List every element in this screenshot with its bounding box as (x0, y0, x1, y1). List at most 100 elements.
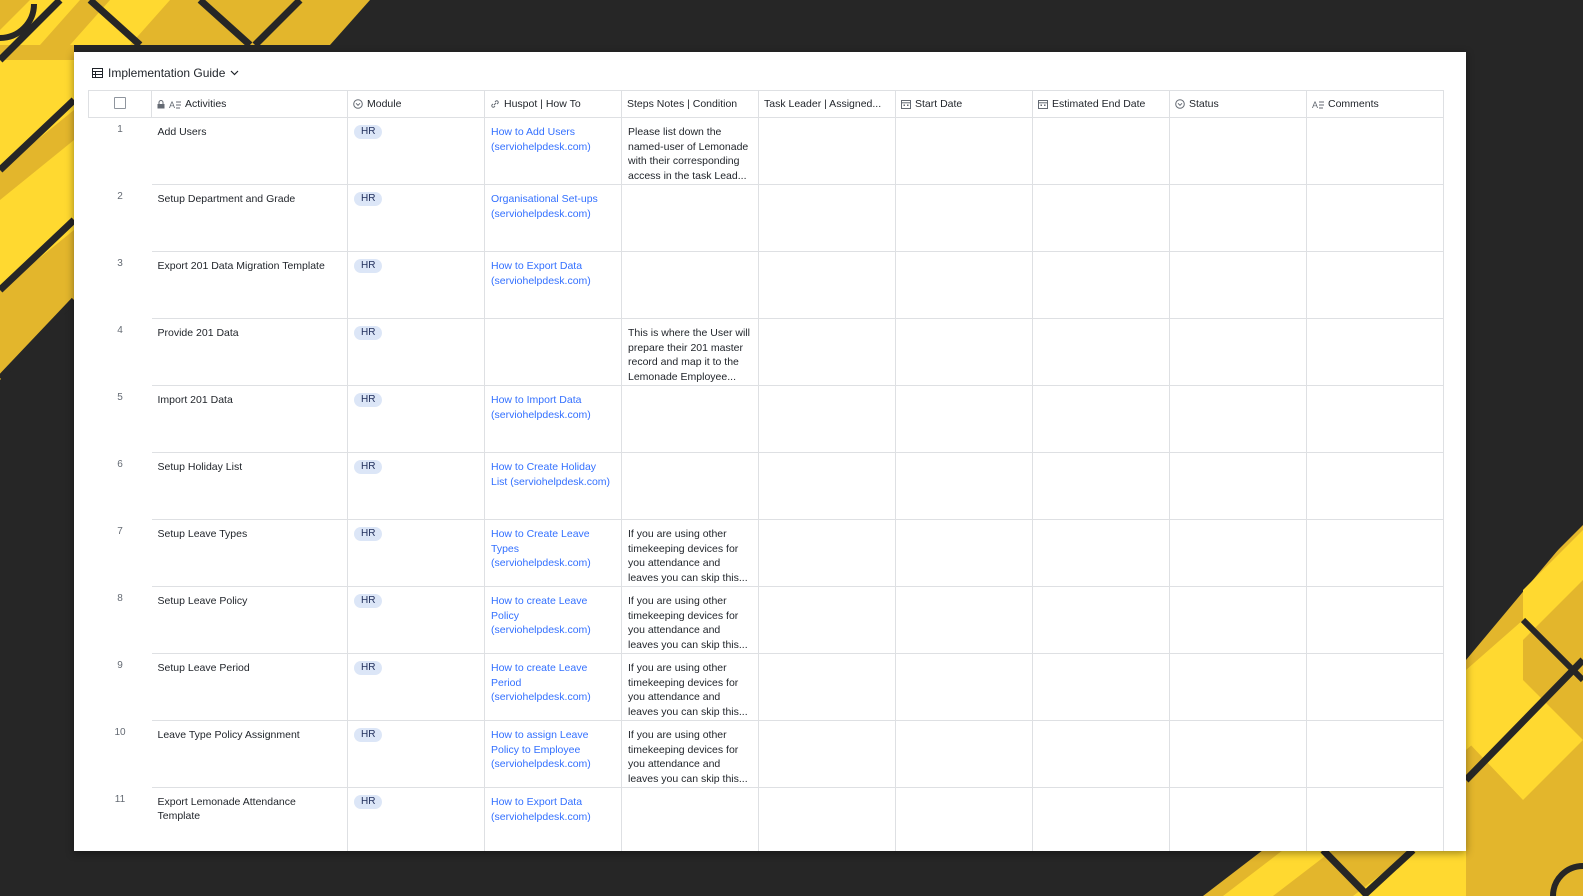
cell-start-date[interactable] (895, 251, 1033, 319)
cell-module[interactable]: HR (347, 653, 485, 721)
cell-activity[interactable]: Setup Holiday List (151, 452, 348, 520)
cell-comments[interactable] (1306, 184, 1444, 252)
cell-start-date[interactable] (895, 452, 1033, 520)
cell-comments[interactable] (1306, 586, 1444, 654)
cell-comments[interactable] (1306, 318, 1444, 386)
how-to-link[interactable]: How to Create Leave Types (serviohelpdes… (491, 528, 591, 569)
cell-estimated-end-date[interactable] (1032, 787, 1170, 851)
cell-status[interactable] (1169, 452, 1307, 520)
how-to-link[interactable]: How to assign Leave Policy to Employee (… (491, 729, 591, 770)
cell-comments[interactable] (1306, 720, 1444, 788)
cell-how-to-link[interactable]: How to Add Users (serviohelpdesk.com) (484, 117, 622, 185)
how-to-link[interactable]: How to Create Holiday List (serviohelpde… (491, 461, 610, 488)
cell-estimated-end-date[interactable] (1032, 117, 1170, 185)
column-header-activities[interactable]: A Activities (151, 90, 348, 118)
cell-module[interactable]: HR (347, 318, 485, 386)
column-header-estimated-end-date[interactable]: Estimated End Date (1032, 90, 1170, 118)
table-row[interactable]: 2 Setup Department and Grade HR Organisa… (89, 184, 1444, 252)
cell-module[interactable]: HR (347, 452, 485, 520)
cell-how-to-link[interactable] (484, 318, 622, 386)
cell-how-to-link[interactable]: How to Export Data (serviohelpdesk.com) (484, 787, 622, 851)
cell-estimated-end-date[interactable] (1032, 251, 1170, 319)
cell-module[interactable]: HR (347, 720, 485, 788)
cell-comments[interactable] (1306, 251, 1444, 319)
how-to-link[interactable]: How to create Leave Policy (serviohelpde… (491, 595, 591, 636)
cell-how-to-link[interactable]: How to create Leave Period (serviohelpde… (484, 653, 622, 721)
cell-task-leader[interactable] (758, 117, 896, 185)
cell-status[interactable] (1169, 318, 1307, 386)
column-header-start-date[interactable]: Start Date (895, 90, 1033, 118)
cell-steps-notes[interactable]: If you are using other timekeeping devic… (621, 519, 759, 587)
cell-comments[interactable] (1306, 519, 1444, 587)
cell-estimated-end-date[interactable] (1032, 720, 1170, 788)
cell-activity[interactable]: Add Users (151, 117, 348, 185)
cell-module[interactable]: HR (347, 117, 485, 185)
cell-how-to-link[interactable]: How to Export Data (serviohelpdesk.com) (484, 251, 622, 319)
cell-activity[interactable]: Setup Department and Grade (151, 184, 348, 252)
cell-estimated-end-date[interactable] (1032, 519, 1170, 587)
cell-status[interactable] (1169, 251, 1307, 319)
cell-activity[interactable]: Export 201 Data Migration Template (151, 251, 348, 319)
cell-module[interactable]: HR (347, 519, 485, 587)
cell-task-leader[interactable] (758, 720, 896, 788)
column-header-task-leader[interactable]: Task Leader | Assigned... (758, 90, 896, 118)
cell-steps-notes[interactable] (621, 452, 759, 520)
cell-how-to-link[interactable]: How to create Leave Policy (serviohelpde… (484, 586, 622, 654)
cell-estimated-end-date[interactable] (1032, 184, 1170, 252)
how-to-link[interactable]: How to Export Data (serviohelpdesk.com) (491, 796, 591, 823)
cell-activity[interactable]: Setup Leave Period (151, 653, 348, 721)
table-row[interactable]: 6 Setup Holiday List HR How to Create Ho… (89, 452, 1444, 520)
cell-start-date[interactable] (895, 117, 1033, 185)
cell-how-to-link[interactable]: How to Create Leave Types (serviohelpdes… (484, 519, 622, 587)
cell-how-to-link[interactable]: How to Import Data (serviohelpdesk.com) (484, 385, 622, 453)
cell-status[interactable] (1169, 586, 1307, 654)
column-header-status[interactable]: Status (1169, 90, 1307, 118)
cell-start-date[interactable] (895, 184, 1033, 252)
cell-estimated-end-date[interactable] (1032, 318, 1170, 386)
cell-start-date[interactable] (895, 720, 1033, 788)
select-all-checkbox[interactable] (114, 96, 126, 109)
cell-module[interactable]: HR (347, 251, 485, 319)
cell-task-leader[interactable] (758, 452, 896, 520)
cell-task-leader[interactable] (758, 787, 896, 851)
cell-activity[interactable]: Import 201 Data (151, 385, 348, 453)
cell-task-leader[interactable] (758, 385, 896, 453)
column-header-steps-notes[interactable]: Steps Notes | Condition (621, 90, 759, 118)
cell-status[interactable] (1169, 720, 1307, 788)
cell-steps-notes[interactable] (621, 184, 759, 252)
how-to-link[interactable]: How to create Leave Period (serviohelpde… (491, 662, 591, 703)
cell-start-date[interactable] (895, 385, 1033, 453)
view-selector[interactable]: Implementation Guide (92, 65, 239, 81)
cell-activity[interactable]: Setup Leave Types (151, 519, 348, 587)
cell-task-leader[interactable] (758, 251, 896, 319)
cell-steps-notes[interactable]: If you are using other timekeeping devic… (621, 720, 759, 788)
column-header-module[interactable]: Module (347, 90, 485, 118)
cell-status[interactable] (1169, 519, 1307, 587)
cell-start-date[interactable] (895, 318, 1033, 386)
table-row[interactable]: 9 Setup Leave Period HR How to create Le… (89, 653, 1444, 721)
cell-how-to-link[interactable]: How to Create Holiday List (serviohelpde… (484, 452, 622, 520)
cell-activity[interactable]: Provide 201 Data (151, 318, 348, 386)
cell-status[interactable] (1169, 184, 1307, 252)
cell-status[interactable] (1169, 653, 1307, 721)
cell-task-leader[interactable] (758, 519, 896, 587)
cell-activity[interactable]: Leave Type Policy Assignment (151, 720, 348, 788)
cell-start-date[interactable] (895, 653, 1033, 721)
cell-steps-notes[interactable] (621, 251, 759, 319)
cell-module[interactable]: HR (347, 184, 485, 252)
cell-activity[interactable]: Setup Leave Policy (151, 586, 348, 654)
cell-how-to-link[interactable]: How to assign Leave Policy to Employee (… (484, 720, 622, 788)
cell-comments[interactable] (1306, 117, 1444, 185)
how-to-link[interactable]: Organisational Set-ups (serviohelpdesk.c… (491, 193, 598, 220)
cell-steps-notes[interactable]: If you are using other timekeeping devic… (621, 586, 759, 654)
table-row[interactable]: 8 Setup Leave Policy HR How to create Le… (89, 586, 1444, 654)
how-to-link[interactable]: How to Add Users (serviohelpdesk.com) (491, 126, 591, 153)
table-row[interactable]: 3 Export 201 Data Migration Template HR … (89, 251, 1444, 319)
cell-estimated-end-date[interactable] (1032, 385, 1170, 453)
cell-comments[interactable] (1306, 653, 1444, 721)
cell-module[interactable]: HR (347, 586, 485, 654)
table-row[interactable]: 4 Provide 201 Data HR This is where the … (89, 318, 1444, 386)
cell-task-leader[interactable] (758, 586, 896, 654)
cell-status[interactable] (1169, 787, 1307, 851)
table-row[interactable]: 1 Add Users HR How to Add Users (servioh… (89, 117, 1444, 185)
